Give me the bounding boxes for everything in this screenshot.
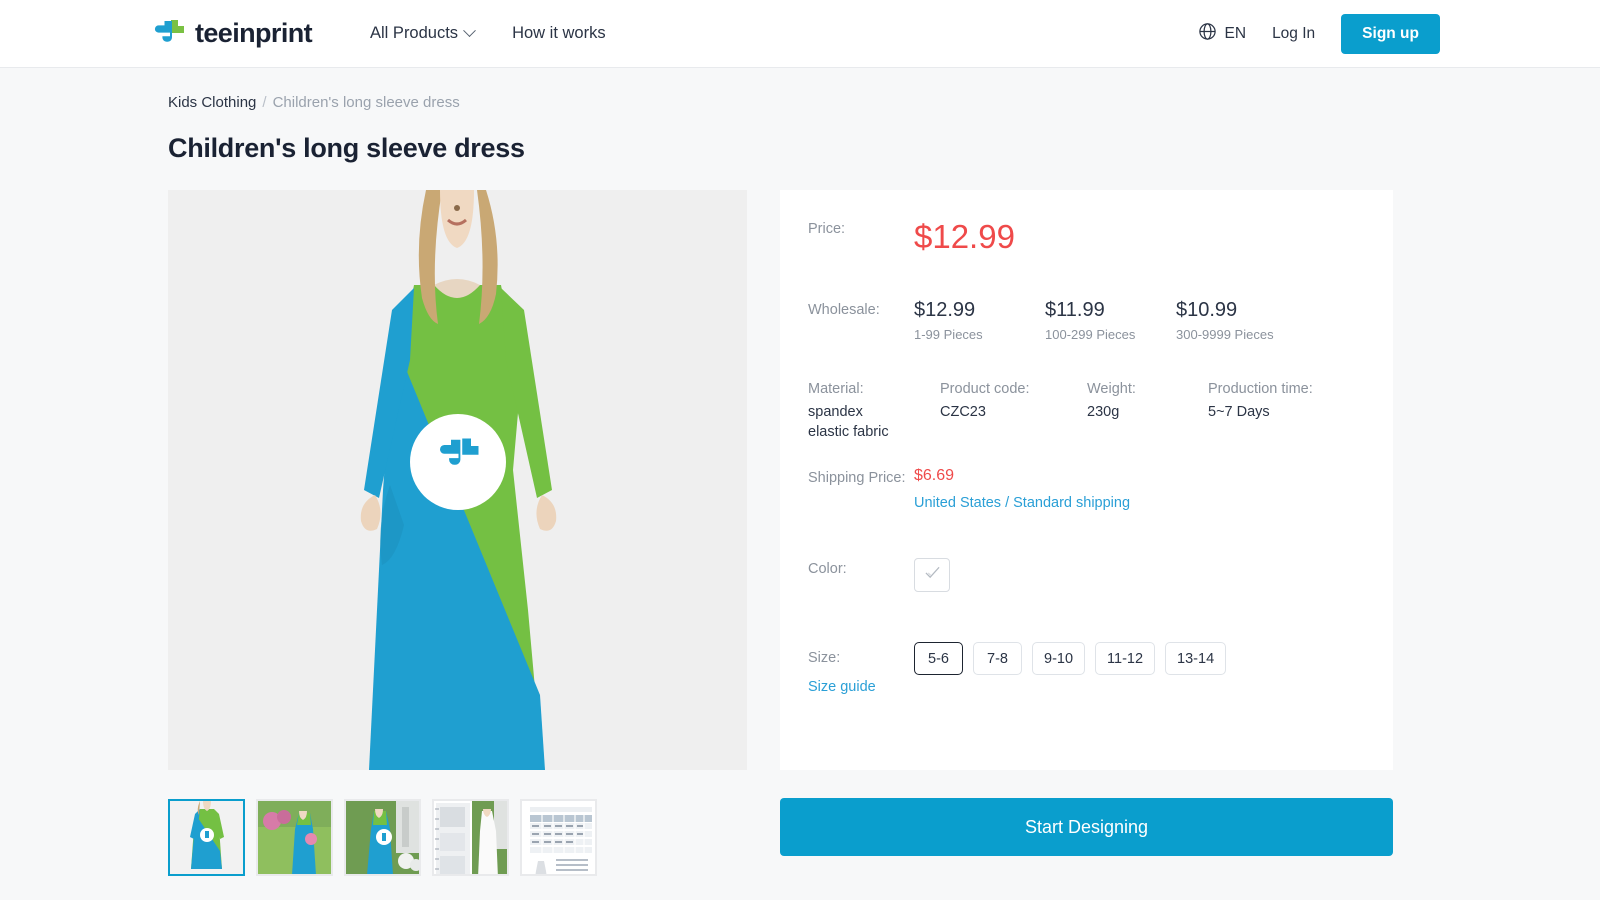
color-row: Color: (808, 558, 1363, 592)
spec-material-label: Material: (808, 381, 864, 397)
thumbnail-strip (168, 799, 747, 876)
spec-production-time-label: Production time: (1208, 381, 1313, 397)
wholesale-tier: $10.99 300-9999 Pieces (1176, 299, 1307, 342)
price-value: $12.99 (914, 218, 1015, 255)
size-guide-link[interactable]: Size guide (808, 679, 914, 695)
nav-item-all-products[interactable]: All Products (370, 24, 476, 43)
logo-text: teeinprint (195, 18, 313, 48)
breadcrumb-current: Children's long sleeve dress (272, 94, 460, 111)
wholesale-tier: $11.99 100-299 Pieces (1045, 299, 1176, 342)
product-content: Price: $12.99 Wholesale: $12.99 1-99 Pie… (168, 190, 1440, 876)
page-title: Children's long sleeve dress (168, 133, 525, 163)
logo[interactable]: teeinprint (152, 17, 313, 51)
size-row: Size: Size guide 5-6 7-8 9-10 11-12 13-1… (808, 642, 1363, 695)
header-actions: EN Log In Sign up (1198, 13, 1440, 54)
teeinprint-t-logo-icon (152, 17, 186, 51)
thumbnail-0[interactable] (168, 799, 245, 876)
color-swatch-white[interactable] (914, 558, 950, 592)
product-gallery (168, 190, 747, 876)
thumbnail-1[interactable] (256, 799, 333, 876)
wholesale-label: Wholesale: (808, 302, 880, 318)
spec-product-code: Product code: CZC23 (940, 381, 1087, 442)
signup-button[interactable]: Sign up (1341, 13, 1440, 54)
shipping-price: $6.69 (914, 467, 955, 484)
breadcrumb-separator: / (262, 94, 267, 111)
chevron-down-icon (463, 24, 476, 38)
tier-price: $10.99 (1176, 299, 1238, 321)
main-product-image[interactable] (168, 190, 747, 770)
spec-material-value: spandex elastic fabric (808, 404, 889, 440)
nav-item-all-products-label: All Products (370, 24, 459, 42)
spec-material: Material: spandex elastic fabric (808, 381, 940, 442)
language-label: EN (1224, 24, 1247, 42)
wholesale-tier: $12.99 1-99 Pieces (914, 299, 1045, 342)
tier-price: $11.99 (1045, 299, 1105, 321)
price-row: Price: $12.99 (808, 218, 1363, 253)
price-label: Price: (808, 221, 846, 237)
site-header: teeinprint All Products How it works EN … (0, 0, 1600, 68)
spec-row: Material: spandex elastic fabric Product… (808, 381, 1363, 442)
spec-weight-label: Weight: (1087, 381, 1136, 397)
thumbnail-4[interactable] (520, 799, 597, 876)
tier-price: $12.99 (914, 299, 976, 321)
spec-product-code-value: CZC23 (940, 404, 986, 420)
wholesale-tiers: $12.99 1-99 Pieces $11.99 100-299 Pieces… (914, 299, 1307, 342)
tier-qty: 1-99 Pieces (914, 327, 983, 342)
main-nav: All Products How it works (370, 24, 606, 43)
spec-production-time-value: 5~7 Days (1208, 404, 1270, 420)
globe-icon (1198, 22, 1217, 46)
wholesale-row: Wholesale: $12.99 1-99 Pieces $11.99 100… (808, 299, 1363, 342)
spec-production-time: Production time: 5~7 Days (1208, 381, 1313, 442)
size-options: 5-6 7-8 9-10 11-12 13-14 (914, 642, 1227, 675)
size-label: Size: (808, 650, 841, 666)
size-option-9-10[interactable]: 9-10 (1032, 642, 1086, 675)
tier-qty: 300-9999 Pieces (1176, 327, 1274, 342)
shipping-row: Shipping Price: $6.69 United States / St… (808, 467, 1363, 511)
spec-weight-value: 230g (1087, 404, 1120, 420)
spec-product-code-label: Product code: (940, 381, 1030, 397)
shipping-label: Shipping Price: (808, 470, 906, 486)
breadcrumb-parent[interactable]: Kids Clothing (168, 94, 256, 111)
size-option-11-12[interactable]: 11-12 (1095, 642, 1156, 675)
check-icon (924, 565, 941, 585)
nav-item-how-it-works[interactable]: How it works (512, 24, 606, 43)
color-label: Color: (808, 561, 847, 577)
tier-qty: 100-299 Pieces (1045, 327, 1136, 342)
language-selector[interactable]: EN (1198, 22, 1247, 46)
start-designing-button[interactable]: Start Designing (780, 798, 1393, 856)
size-option-7-8[interactable]: 7-8 (973, 642, 1022, 675)
size-option-13-14[interactable]: 13-14 (1165, 642, 1227, 675)
nav-item-how-it-works-label: How it works (512, 24, 606, 42)
thumbnail-3[interactable] (432, 799, 509, 876)
thumbnail-2[interactable] (344, 799, 421, 876)
login-link[interactable]: Log In (1272, 25, 1315, 43)
shipping-method-link[interactable]: United States / Standard shipping (914, 495, 1130, 511)
page-body: Kids Clothing / Children's long sleeve d… (0, 68, 1600, 876)
breadcrumb: Kids Clothing / Children's long sleeve d… (168, 94, 1440, 111)
spec-weight: Weight: 230g (1087, 381, 1208, 442)
product-info-panel: Price: $12.99 Wholesale: $12.99 1-99 Pie… (780, 190, 1393, 770)
size-option-5-6[interactable]: 5-6 (914, 642, 963, 675)
